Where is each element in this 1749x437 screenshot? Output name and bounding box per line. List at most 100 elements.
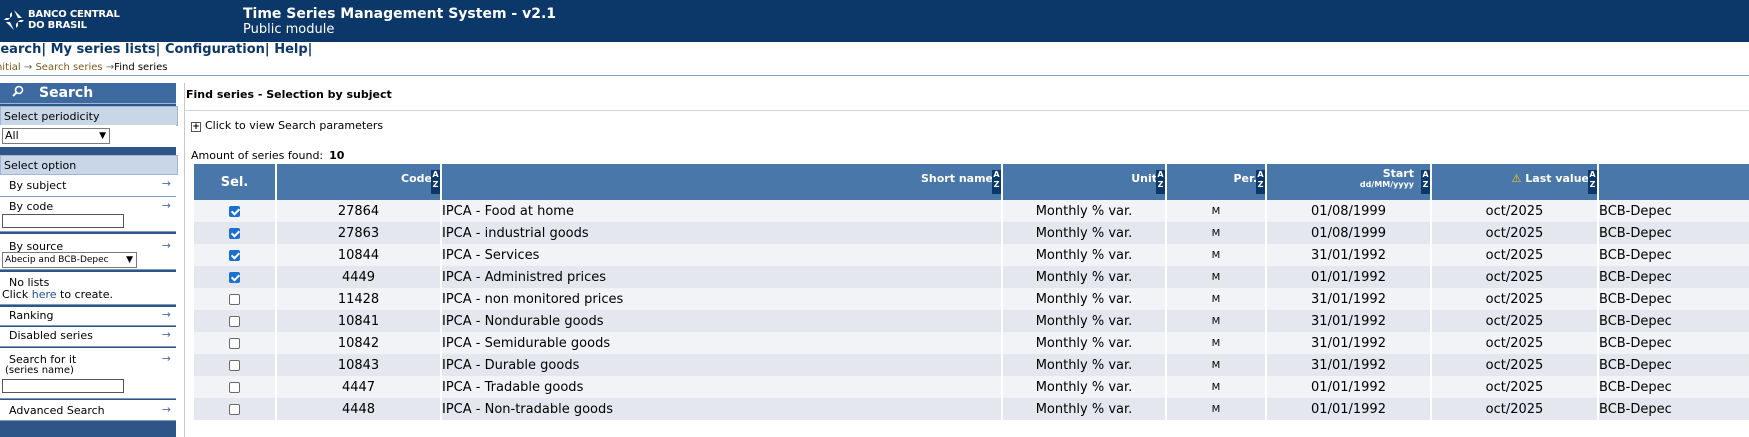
sel-cell (194, 244, 277, 266)
name-cell[interactable]: IPCA - Non-tradable goods (441, 398, 1003, 420)
last-value-cell: oct/2025 (1431, 332, 1599, 354)
periodicity-select[interactable]: All ▼ (2, 128, 110, 144)
name-cell[interactable]: IPCA - Tradable goods (441, 376, 1003, 398)
source-cell: BCB-Depec (1598, 288, 1749, 310)
sort-az-icon[interactable]: AZ (992, 170, 1001, 194)
code-cell[interactable]: 27863 (276, 222, 442, 244)
start-cell: 01/08/1999 (1266, 222, 1432, 244)
row-checkbox[interactable] (229, 315, 240, 327)
start-cell: 01/01/1992 (1266, 266, 1432, 288)
option-by-code[interactable]: By code → (0, 197, 176, 232)
arrow-right-icon: → (161, 352, 171, 365)
name-cell[interactable]: IPCA - Nondurable goods (441, 310, 1003, 332)
amount-found: Amount of series found: 10 (191, 149, 345, 162)
option-ranking[interactable]: Ranking → (0, 307, 176, 326)
row-checkbox[interactable] (229, 403, 240, 415)
arrow-right-icon: → (161, 403, 171, 416)
per-cell: M (1166, 332, 1267, 354)
table-row: 10842 IPCA - Semidurable goods Monthly % v… (194, 332, 1749, 354)
source-cell: BCB-Depec (1598, 354, 1749, 376)
sort-az-icon[interactable]: AZ (431, 170, 440, 194)
breadcrumb-arrow-icon: → (105, 62, 115, 73)
last-value-cell: oct/2025 (1431, 398, 1599, 420)
code-cell[interactable]: 10843 (276, 354, 442, 376)
name-cell[interactable]: IPCA - non monitored prices (441, 288, 1003, 310)
row-checkbox[interactable] (229, 359, 240, 371)
breadcrumb: Initial → Search series →Find series (0, 62, 167, 74)
arrow-right-icon: → (161, 177, 171, 190)
code-cell[interactable]: 10844 (276, 244, 442, 266)
row-checkbox[interactable] (229, 271, 240, 283)
last-value-cell: oct/2025 (1431, 354, 1599, 376)
chevron-down-icon: ▼ (99, 131, 106, 141)
name-cell[interactable]: IPCA - Semidurable goods (441, 332, 1003, 354)
name-cell[interactable]: IPCA - industrial goods (441, 222, 1003, 244)
series-name-input[interactable] (2, 379, 124, 393)
app-header: BANCO CENTRAL DO BRASIL Time Series Mana… (0, 0, 1749, 42)
col-last-value[interactable]: ⚠ Last value AZ (1431, 164, 1599, 200)
name-cell[interactable]: IPCA - Administred prices (441, 266, 1003, 288)
col-start[interactable]: Start dd/MM/yyyy AZ (1266, 164, 1432, 200)
row-checkbox[interactable] (229, 337, 240, 349)
last-value-cell: oct/2025 (1431, 288, 1599, 310)
row-checkbox[interactable] (229, 293, 240, 305)
code-cell[interactable]: 11428 (276, 288, 442, 310)
col-short-name[interactable]: Short name A Z (441, 164, 1003, 200)
name-cell[interactable]: IPCA - Durable goods (441, 354, 1003, 376)
code-cell[interactable]: 4448 (276, 398, 442, 420)
row-checkbox[interactable] (229, 205, 240, 217)
code-cell[interactable]: 4449 (276, 266, 442, 288)
bcb-logo[interactable]: BANCO CENTRAL DO BRASIL (2, 8, 132, 38)
sel-cell (194, 376, 277, 398)
code-cell[interactable]: 10841 (276, 310, 442, 332)
breadcrumb-initial[interactable]: Initial (0, 62, 21, 73)
sel-cell (194, 288, 277, 310)
unit-cell: Monthly % var. (1002, 288, 1167, 310)
col-unit[interactable]: Unit A Z (1002, 164, 1167, 200)
sort-az-icon[interactable]: AZ (1156, 170, 1165, 194)
row-checkbox[interactable] (229, 381, 240, 393)
per-cell: M (1166, 376, 1267, 398)
search-parameters-toggle[interactable]: + Click to view Search parameters (191, 119, 383, 132)
col-code[interactable]: Code A Z (276, 164, 442, 200)
name-cell[interactable]: IPCA - Services (441, 244, 1003, 266)
create-list-link[interactable]: here (32, 288, 57, 301)
series-lists-box: No lists Click here to create. (0, 272, 176, 305)
source-cell: BCB-Depec (1598, 200, 1749, 222)
code-input[interactable] (2, 214, 124, 228)
menu-configuration[interactable]: Configuration (165, 42, 265, 57)
sort-az-icon[interactable]: AZ (1421, 170, 1430, 194)
row-checkbox[interactable] (229, 227, 240, 239)
breadcrumb-search-series[interactable]: Search series (35, 62, 102, 73)
option-advanced-search[interactable]: Advanced Search → (0, 400, 176, 421)
name-cell[interactable]: IPCA - Food at home (441, 200, 1003, 222)
per-cell: M (1166, 310, 1267, 332)
option-by-subject[interactable]: By subject → (0, 175, 176, 197)
sort-az-icon[interactable]: AZ (1256, 170, 1265, 194)
code-cell[interactable]: 4447 (276, 376, 442, 398)
col-per[interactable]: Per. A Z (1166, 164, 1267, 200)
start-cell: 01/08/1999 (1266, 200, 1432, 222)
expand-plus-icon[interactable]: + (191, 122, 201, 132)
periodicity-header: Select periodicity (0, 106, 178, 126)
amount-value: 10 (329, 149, 345, 162)
option-disabled-series[interactable]: Disabled series → (0, 327, 176, 347)
sort-az-icon[interactable]: AZ (1588, 170, 1597, 194)
source-select[interactable]: Abecip and BCB-Depec ▼ (2, 252, 137, 268)
option-by-source[interactable]: By source → Abecip and BCB-Depec ▼ (0, 234, 176, 270)
top-menu: Search| My series lists| Configuration| … (0, 42, 1740, 60)
per-cell: M (1166, 222, 1267, 244)
menu-help[interactable]: Help (274, 42, 307, 57)
breadcrumb-arrow-icon: → (23, 62, 33, 73)
start-cell: 31/01/1992 (1266, 244, 1432, 266)
start-cell: 31/01/1992 (1266, 354, 1432, 376)
menu-search[interactable]: Search (0, 42, 41, 57)
table-row: 4449 IPCA - Administred prices Monthly % v… (194, 266, 1749, 288)
code-cell[interactable]: 10842 (276, 332, 442, 354)
row-checkbox[interactable] (229, 249, 240, 261)
code-cell[interactable]: 27864 (276, 200, 442, 222)
menu-my-series-lists[interactable]: My series lists (51, 42, 156, 57)
source-cell: BCB-Depec (1598, 332, 1749, 354)
option-search-for-it[interactable]: Search for it → (series name) (0, 348, 176, 399)
per-cell: M (1166, 398, 1267, 420)
